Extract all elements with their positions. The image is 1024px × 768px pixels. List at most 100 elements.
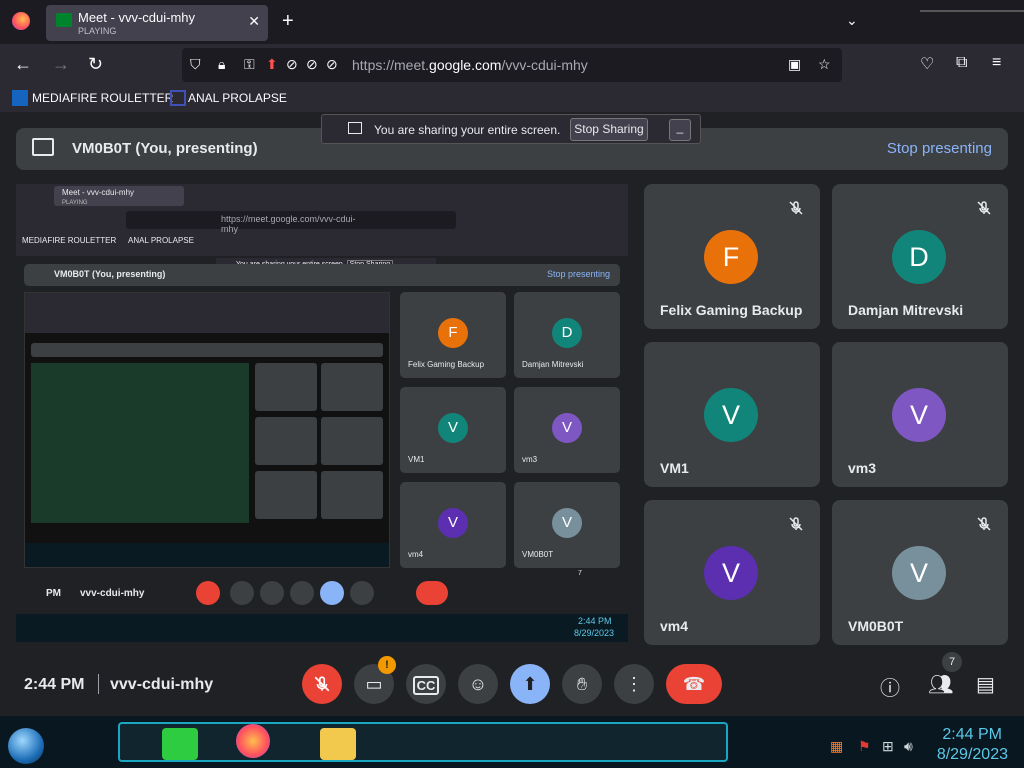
participant-tile[interactable]: V VM1 bbox=[644, 342, 820, 487]
captions-icon: CC bbox=[412, 676, 440, 695]
bookmark-2[interactable]: ANAL PROLAPSE bbox=[188, 91, 287, 105]
sharing-notification: You are sharing your entire screen. Stop… bbox=[321, 114, 701, 144]
sharing-text: You are sharing your entire screen. bbox=[374, 123, 561, 137]
preview-taskbar: 2:44 PM 8/29/2023 bbox=[16, 614, 628, 642]
avatar: V bbox=[892, 388, 946, 442]
firefox-icon[interactable] bbox=[12, 12, 30, 30]
notes-app-icon[interactable] bbox=[162, 728, 198, 760]
firefox-taskbar-icon[interactable] bbox=[236, 724, 270, 758]
browser-nav-bar: ← → ↻ ⛉ 🔒︎ ⚿ ⬆ ⊘ ⊘ ⊘ https://meet.google… bbox=[0, 44, 1024, 86]
mic-off-icon bbox=[789, 517, 803, 531]
participant-tile[interactable]: F Felix Gaming Backup bbox=[644, 184, 820, 329]
preview-bookmark-1: MEDIAFIRE ROULETTER bbox=[22, 236, 117, 245]
chat-icon[interactable]: ▤ bbox=[976, 672, 995, 697]
reload-icon[interactable]: ↻ bbox=[88, 54, 103, 75]
lock-icon[interactable]: 🔒︎ bbox=[218, 56, 225, 73]
participant-grid: F Felix Gaming Backup D Damjan Mitrevski… bbox=[644, 184, 1010, 645]
microphone-off-button[interactable] bbox=[302, 664, 342, 704]
browser-tab-bar: Meet - vvv-cdui-mhy PLAYING ✕ + ⌄ bbox=[0, 0, 1024, 44]
participant-tile[interactable]: V vm4 bbox=[644, 500, 820, 645]
close-tab-icon[interactable]: ✕ bbox=[248, 13, 260, 30]
clock-date[interactable]: 8/29/2023 bbox=[922, 746, 1008, 764]
preview-browser-chrome: Meet - vvv-cdui-mhy PLAYING https://meet.… bbox=[16, 184, 628, 256]
preview-controls: PM vvv-cdui-mhy 7 bbox=[16, 570, 628, 614]
avatar: V bbox=[892, 546, 946, 600]
present-now-button[interactable]: ⬆ bbox=[510, 664, 550, 704]
preview-tile: Vvm4 bbox=[400, 482, 506, 568]
tray-app-icon[interactable]: ▦ bbox=[830, 738, 843, 755]
os-taskbar: ▦ ⚑ ⊞ 🔊︎ 2:44 PM 8/29/2023 bbox=[0, 716, 1024, 768]
camera-warning-badge: ! bbox=[378, 656, 396, 674]
new-tab-icon[interactable]: + bbox=[282, 10, 294, 33]
participant-tile[interactable]: D Damjan Mitrevski bbox=[832, 184, 1008, 329]
captions-button[interactable]: CC bbox=[406, 664, 446, 704]
file-explorer-icon[interactable] bbox=[320, 728, 356, 760]
window-controls bbox=[920, 0, 1024, 12]
stop-sharing-button[interactable]: Stop Sharing bbox=[570, 118, 648, 141]
avatar: F bbox=[704, 230, 758, 284]
preview-tile: D Damjan Mitrevski bbox=[514, 292, 620, 378]
bookmark-star-icon[interactable]: ☆ bbox=[818, 56, 831, 73]
url-bar[interactable]: ⛉ 🔒︎ ⚿ ⬆ ⊘ ⊘ ⊘ https://meet.google.com/v… bbox=[182, 48, 842, 82]
avatar: D bbox=[892, 230, 946, 284]
people-icon[interactable]: 👥︎ bbox=[928, 672, 953, 697]
participant-name: Felix Gaming Backup bbox=[660, 302, 803, 318]
reactions-button[interactable]: ☺ bbox=[458, 664, 498, 704]
preview-tile: V VM0B0T bbox=[514, 482, 620, 568]
volume-icon[interactable]: 🔊︎ bbox=[904, 738, 913, 755]
forward-icon[interactable]: → bbox=[52, 54, 70, 75]
clock-time[interactable]: 2:44 PM bbox=[930, 726, 1002, 744]
participant-name: VM0B0T bbox=[848, 618, 904, 634]
browser-tab-meet[interactable]: Meet - vvv-cdui-mhy PLAYING ✕ bbox=[46, 5, 268, 41]
participant-tile[interactable]: V VM0B0T bbox=[832, 500, 1008, 645]
preview-participant-tiles: F Felix Gaming Backup D Damjan Mitrevski V… bbox=[400, 292, 622, 568]
more-options-button[interactable]: ⋮ bbox=[614, 664, 654, 704]
present-icon bbox=[32, 138, 54, 156]
extensions-icon[interactable]: ⧉ bbox=[956, 54, 967, 72]
mic-off-icon bbox=[977, 201, 991, 215]
screen-share-indicator-icon[interactable]: ⬆ bbox=[266, 56, 278, 73]
meeting-code: vvv-cdui-mhy bbox=[110, 676, 214, 693]
raise-hand-button[interactable]: ✋︎ bbox=[562, 664, 602, 704]
meeting-details-icon[interactable]: ⓘ bbox=[880, 672, 900, 701]
phone-hangup-icon: ☎︎ bbox=[682, 674, 706, 694]
network-icon[interactable]: ⊞ bbox=[882, 738, 894, 755]
preview-tile: V VM1 bbox=[400, 387, 506, 473]
participant-name: vm4 bbox=[660, 618, 689, 634]
meeting-controls-bar: 2:44 PM vvv-cdui-mhy ▭ ! CC ☺ ⬆ ✋︎ ⋮ ☎︎ … bbox=[0, 652, 1024, 716]
tray-flag-icon[interactable]: ⚑ bbox=[858, 738, 871, 755]
participant-tile[interactable]: V vm3 bbox=[832, 342, 1008, 487]
pocket-icon[interactable]: ♡ bbox=[920, 54, 934, 74]
mic-off-icon bbox=[789, 201, 803, 215]
preview-tab: Meet - vvv-cdui-mhy PLAYING bbox=[54, 186, 184, 206]
avatar: V bbox=[704, 546, 758, 600]
emoji-icon: ☺ bbox=[468, 674, 488, 694]
list-tabs-chevron-icon[interactable]: ⌄ bbox=[846, 12, 858, 29]
participant-name: vm3 bbox=[848, 460, 877, 476]
permissions-icon[interactable]: ⚿ bbox=[244, 56, 255, 73]
url-text[interactable]: https://meet.google.com/vvv-cdui-mhy bbox=[352, 57, 588, 73]
leave-call-button[interactable]: ☎︎ bbox=[666, 664, 722, 704]
participants-count-badge: 7 bbox=[942, 652, 962, 672]
reader-view-icon[interactable]: ▣ bbox=[788, 56, 801, 73]
camera-blocked-icon[interactable]: ⊘ bbox=[286, 56, 298, 73]
tab-title: Meet - vvv-cdui-mhy bbox=[78, 10, 196, 25]
preview-banner: VM0B0T (You, presenting) Stop presenting bbox=[24, 264, 620, 286]
mic-off-icon bbox=[314, 676, 330, 692]
preview-bookmark-2: ANAL PROLAPSE bbox=[128, 236, 194, 245]
menu-icon[interactable]: ≡ bbox=[992, 54, 1001, 72]
shield-icon[interactable]: ⛉ bbox=[190, 56, 201, 73]
mic-blocked-icon[interactable]: ⊘ bbox=[306, 56, 318, 73]
back-icon[interactable]: ← bbox=[14, 54, 32, 75]
preview-nested-screen bbox=[24, 292, 390, 568]
presenting-title: VM0B0T (You, presenting) bbox=[72, 140, 258, 157]
stop-presenting-button[interactable]: Stop presenting bbox=[887, 140, 992, 157]
share-screen-icon bbox=[348, 122, 362, 134]
autoplay-blocked-icon[interactable]: ⊘ bbox=[326, 56, 338, 73]
taskbar-apps bbox=[118, 722, 728, 762]
start-button[interactable] bbox=[8, 728, 44, 764]
bookmark-mediafire[interactable]: MEDIAFIRE ROULETTER bbox=[32, 91, 173, 105]
preview-url: https://meet.google.com/vvv-cdui-mhy bbox=[126, 211, 456, 234]
minimize-sharing-button[interactable]: _ bbox=[669, 119, 691, 141]
preview-tile: F Felix Gaming Backup bbox=[400, 292, 506, 378]
